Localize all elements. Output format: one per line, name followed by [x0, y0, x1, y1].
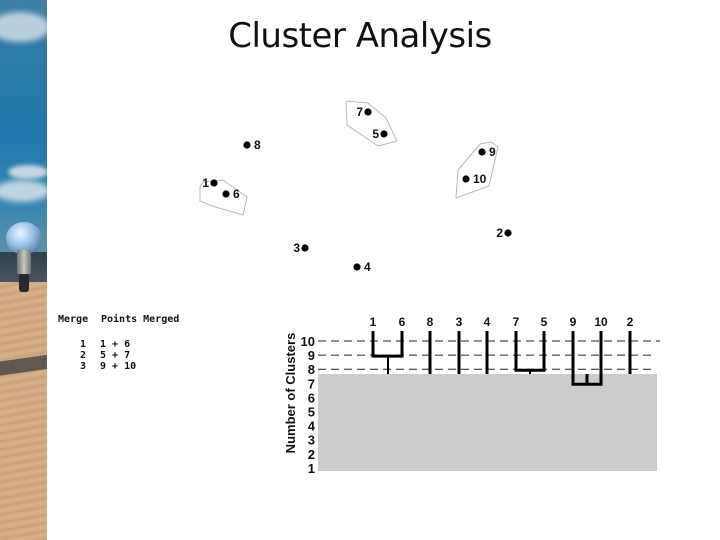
y-axis-label: Number of Clusters	[283, 333, 298, 454]
cluster-hulls	[199, 100, 499, 216]
point-label: 2	[496, 226, 503, 240]
data-point	[353, 263, 361, 271]
leaf-label: 10	[594, 315, 608, 329]
point-label: 8	[254, 138, 261, 152]
shaded-region	[318, 374, 657, 471]
dendrogram: 10987654321Number of Clusters1 6 8 3 4 7 5 9 10 2	[283, 315, 660, 476]
merge-table-header: Merge Points Merged	[58, 314, 179, 325]
merge-table-rows: 1 1 + 6 2 5 + 7 3 9 + 10	[58, 339, 179, 372]
y-tick-label: 10	[301, 334, 315, 349]
point-label: 7	[356, 105, 363, 119]
point-label: 4	[364, 260, 371, 274]
leaf-label: 7	[513, 315, 520, 329]
point-label: 3	[293, 241, 300, 255]
leaf-label: 9	[570, 315, 577, 329]
leaf-label: 4	[484, 315, 491, 329]
y-tick-label: 2	[308, 447, 315, 462]
merge-table-row: 2 5 + 7	[58, 350, 179, 361]
data-point	[478, 148, 486, 156]
merge-header: Merge	[58, 314, 89, 325]
y-tick-label: 9	[308, 348, 315, 363]
data-point	[462, 175, 470, 183]
y-tick-label: 4	[308, 419, 316, 434]
data-point	[364, 108, 372, 116]
merge-table-row: 1 1 + 6	[58, 339, 179, 350]
point-label: 6	[233, 187, 240, 201]
scatter-points: 1 2 3 4 5 6 7 8 910	[202, 105, 512, 274]
leaf-label: 2	[627, 315, 634, 329]
leaf-label: 8	[427, 315, 434, 329]
y-tick-label: 1	[308, 461, 315, 476]
data-point	[301, 244, 309, 252]
data-point	[380, 130, 388, 138]
points-merged: 9 + 10	[100, 361, 137, 372]
point-label: 10	[473, 172, 487, 186]
points-merged: 5 + 7	[100, 350, 131, 361]
points-merged-header: Points Merged	[101, 314, 180, 325]
merge-number: 1	[79, 339, 86, 350]
data-point	[243, 141, 251, 149]
points-merged: 1 + 6	[100, 339, 131, 350]
data-point	[504, 229, 512, 237]
leaf-label: 1	[370, 315, 377, 329]
y-tick-label: 8	[308, 362, 315, 377]
y-tick-label: 5	[308, 405, 315, 420]
point-label: 9	[489, 145, 496, 159]
point-label: 5	[372, 127, 379, 141]
leaf-label: 6	[399, 315, 406, 329]
y-tick-label: 3	[308, 433, 315, 448]
data-point	[210, 179, 218, 187]
leaf-label: 3	[456, 315, 463, 329]
cluster-figure: 12345678 910 10987654321Number of Cluster…	[199, 100, 660, 476]
merge-number: 3	[79, 361, 86, 372]
merge-table: Merge Points Merged 1 1 + 6 2 5 + 7 3 9 + 10	[58, 314, 179, 372]
data-point	[222, 190, 230, 198]
y-tick-label: 6	[308, 390, 315, 405]
point-label: 1	[202, 176, 209, 190]
merge-table-row: 3 9 + 10	[58, 361, 179, 372]
merge-number: 2	[79, 350, 86, 361]
leaf-label: 5	[541, 315, 548, 329]
y-tick-label: 7	[308, 376, 315, 391]
